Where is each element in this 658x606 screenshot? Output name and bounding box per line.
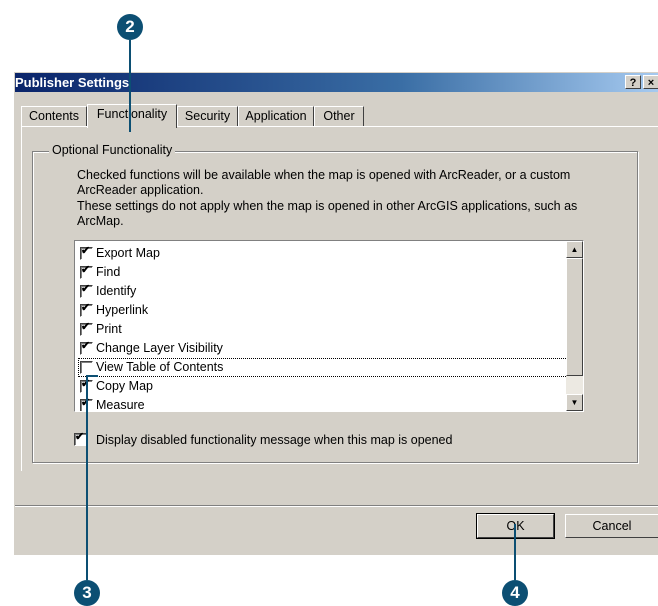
callout-4-leader — [514, 524, 516, 580]
cancel-button[interactable]: Cancel — [565, 514, 658, 538]
list-item-measure[interactable]: ✔ Measure — [78, 396, 568, 412]
description-not-apply: These settings do not apply when the map… — [77, 199, 578, 228]
tab-functionality[interactable]: Functionality — [87, 104, 177, 128]
group-label: Optional Functionality — [49, 143, 176, 158]
checkmark-icon: ✔ — [81, 321, 91, 333]
list-item-label: Print — [96, 322, 122, 336]
callout-3-leader-horizontal — [86, 375, 98, 377]
checkmark-icon: ✔ — [75, 431, 85, 443]
callout-4: 4 — [502, 580, 528, 606]
checkmark-icon: ✔ — [81, 245, 91, 257]
help-icon[interactable]: ? — [625, 75, 641, 89]
list-item-export-map[interactable]: ✔ Export Map — [78, 244, 568, 263]
scroll-down-icon[interactable]: ▼ — [566, 394, 583, 411]
checkbox[interactable]: ✔ — [80, 321, 93, 336]
checkmark-icon: ✔ — [81, 264, 91, 276]
footer-separator-highlight — [15, 506, 658, 507]
checkmark-icon: ✔ — [81, 340, 91, 352]
close-icon[interactable]: × — [643, 75, 658, 89]
checkbox[interactable]: ✔ — [80, 340, 93, 355]
functionality-list-items: ✔ Export Map ✔ Find ✔ Identify ✔ Hyperli… — [76, 242, 568, 412]
list-item-label: Identify — [96, 284, 137, 298]
tab-contents[interactable]: Contents — [21, 106, 87, 126]
checkbox[interactable]: ✔ — [80, 264, 93, 279]
tab-other[interactable]: Other — [314, 106, 364, 126]
checkmark-icon: ✔ — [81, 302, 91, 314]
callout-3-leader — [86, 375, 88, 580]
checkbox[interactable] — [80, 361, 93, 374]
list-item-copy-map[interactable]: ✔ Copy Map — [78, 377, 568, 396]
tab-security[interactable]: Security — [177, 106, 238, 126]
scroll-thumb[interactable] — [566, 258, 583, 376]
vertical-scrollbar[interactable]: ▲ ▼ — [566, 241, 583, 411]
checkbox[interactable]: ✔ — [80, 245, 93, 260]
list-item-label: Change Layer Visibility — [96, 341, 223, 355]
list-item-find[interactable]: ✔ Find — [78, 263, 568, 282]
list-item-label: Find — [96, 265, 121, 279]
checkbox[interactable]: ✔ — [80, 283, 93, 298]
dialog-title: Publisher Settings — [15, 75, 130, 90]
callout-2-leader — [129, 40, 131, 132]
description-available: Checked functions will be available when… — [77, 168, 571, 197]
display-message-label: Display disabled functionality message w… — [96, 433, 453, 447]
list-item-label: Measure — [96, 398, 145, 412]
functionality-list[interactable]: ✔ Export Map ✔ Find ✔ Identify ✔ Hyperli… — [74, 240, 584, 412]
callout-2: 2 — [117, 14, 143, 40]
list-item-hyperlink[interactable]: ✔ Hyperlink — [78, 301, 568, 320]
list-item-label: View Table of Contents — [96, 360, 224, 374]
checkbox[interactable]: ✔ — [80, 302, 93, 317]
list-item-change-layer-visibility[interactable]: ✔ Change Layer Visibility — [78, 339, 568, 358]
list-item-identify[interactable]: ✔ Identify — [78, 282, 568, 301]
list-item-label: Export Map — [96, 246, 160, 260]
dialog-titlebar[interactable]: Publisher Settings ? × — [15, 73, 658, 92]
tab-application[interactable]: Application — [238, 106, 314, 126]
list-item-view-table-of-contents[interactable]: View Table of Contents — [78, 358, 568, 377]
list-item-print[interactable]: ✔ Print — [78, 320, 568, 339]
callout-3: 3 — [74, 580, 100, 606]
list-item-label: Hyperlink — [96, 303, 149, 317]
scroll-up-icon[interactable]: ▲ — [566, 241, 583, 258]
checkmark-icon: ✔ — [81, 283, 91, 295]
list-item-label: Copy Map — [96, 379, 153, 393]
